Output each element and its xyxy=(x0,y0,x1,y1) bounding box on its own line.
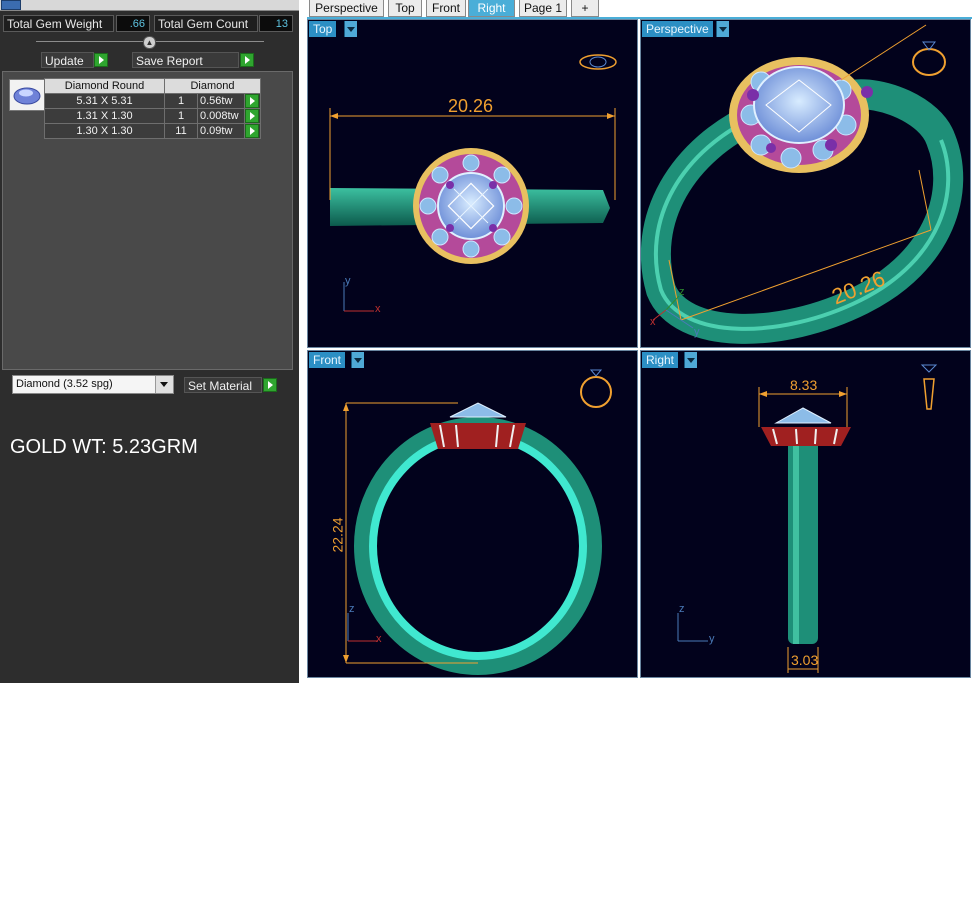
total-gem-weight-label: Total Gem Weight xyxy=(3,15,114,32)
gold-weight-note: GOLD WT: 5.23GRM xyxy=(10,436,198,458)
grid-icon[interactable] xyxy=(1,0,21,10)
material-select[interactable]: Diamond (3.52 spg) xyxy=(12,375,174,394)
gem-weight-cell: 0.56tw xyxy=(197,93,245,109)
dimension-label-bottom: 3.03 xyxy=(791,652,819,668)
axis-label-y: y xyxy=(709,633,715,645)
gem-table: Diamond Round Diamond 5.31 X 5.31 1 0.56… xyxy=(44,78,261,139)
gem-size-cell: 1.31 X 1.30 xyxy=(44,108,165,124)
chevron-down-icon[interactable] xyxy=(155,376,173,393)
gem-weight-cell: 0.09tw xyxy=(197,123,245,139)
set-material-button[interactable]: Set Material xyxy=(184,377,262,393)
go-arrow-icon[interactable] xyxy=(245,94,259,108)
axis-label-x: x xyxy=(650,316,656,328)
viewport-label-front[interactable]: Front xyxy=(309,352,346,368)
right-view-render xyxy=(677,364,938,673)
row-go-button[interactable] xyxy=(244,93,261,109)
gem-count-cell: 11 xyxy=(164,123,198,139)
viewport-front[interactable]: Front 22.24 z x xyxy=(307,350,638,678)
gem-type-header: Diamond xyxy=(164,78,261,94)
dimension-label-top: 8.33 xyxy=(790,377,818,393)
axis-label-z: z xyxy=(679,603,685,615)
row-go-button[interactable] xyxy=(244,123,261,139)
go-arrow-icon[interactable] xyxy=(245,124,259,138)
update-go-icon[interactable] xyxy=(94,53,108,67)
axis-label-y: y xyxy=(345,275,351,287)
total-gem-count-label: Total Gem Count xyxy=(154,15,258,32)
diamond-round-thumbnail[interactable] xyxy=(9,79,45,111)
gem-weight-cell: 0.008tw xyxy=(197,108,245,124)
gem-shape-header: Diamond Round xyxy=(44,78,165,94)
chevron-down-icon[interactable] xyxy=(351,352,364,368)
front-view-render xyxy=(343,369,612,675)
panel-toolbar xyxy=(0,0,299,11)
tab-front[interactable]: Front xyxy=(426,0,466,17)
dimension-label: 20.26 xyxy=(448,96,494,116)
update-button[interactable]: Update xyxy=(41,52,94,68)
gem-size-cell: 5.31 X 5.31 xyxy=(44,93,165,109)
table-row[interactable]: 5.31 X 5.31 1 0.56tw xyxy=(44,93,261,109)
add-tab-button[interactable]: + xyxy=(571,0,599,17)
viewport-label-perspective[interactable]: Perspective xyxy=(642,21,713,37)
gem-count-cell: 1 xyxy=(164,93,198,109)
save-report-button[interactable]: Save Report xyxy=(132,52,239,68)
axis-label-x: x xyxy=(376,633,382,645)
chevron-down-icon[interactable] xyxy=(716,21,729,37)
table-row[interactable]: 1.30 X 1.30 11 0.09tw xyxy=(44,123,261,139)
save-report-go-icon[interactable] xyxy=(240,53,254,67)
tab-perspective[interactable]: Perspective xyxy=(309,0,384,17)
total-gem-count-value: 13 xyxy=(259,15,293,32)
tab-right[interactable]: Right xyxy=(468,0,515,17)
axis-label-y: y xyxy=(694,326,700,338)
top-view-render xyxy=(329,54,617,312)
gem-count-cell: 1 xyxy=(164,108,198,124)
chevron-down-icon[interactable] xyxy=(684,352,697,368)
set-material-go-icon[interactable] xyxy=(263,378,277,392)
chevron-down-icon[interactable] xyxy=(344,21,357,37)
axis-label-z: z xyxy=(679,286,685,298)
go-arrow-icon[interactable] xyxy=(245,109,259,123)
gem-table-header: Diamond Round Diamond xyxy=(44,78,261,94)
viewport-top[interactable]: Top 20.26 y x xyxy=(307,19,638,348)
tab-top[interactable]: Top xyxy=(388,0,422,17)
table-row[interactable]: 1.31 X 1.30 1 0.008tw xyxy=(44,108,261,124)
gem-thumbnail-icon xyxy=(13,87,41,105)
viewport-perspective[interactable]: Perspective 20.26 z x y xyxy=(640,19,971,348)
gem-size-cell: 1.30 X 1.30 xyxy=(44,123,165,139)
viewport-label-right[interactable]: Right xyxy=(642,352,679,368)
row-go-button[interactable] xyxy=(244,108,261,124)
viewport-right[interactable]: Right 8.33 3.03 z y xyxy=(640,350,971,678)
axis-label-x: x xyxy=(375,303,381,315)
tab-page-1[interactable]: Page 1 xyxy=(519,0,567,17)
total-gem-weight-value: .66 xyxy=(116,15,150,32)
axis-label-z: z xyxy=(349,603,355,615)
collapse-handle-icon[interactable]: ▲ xyxy=(143,36,156,49)
dimension-label: 22.24 xyxy=(329,517,346,553)
perspective-view-render xyxy=(641,24,964,344)
viewport-label-top[interactable]: Top xyxy=(309,21,337,37)
